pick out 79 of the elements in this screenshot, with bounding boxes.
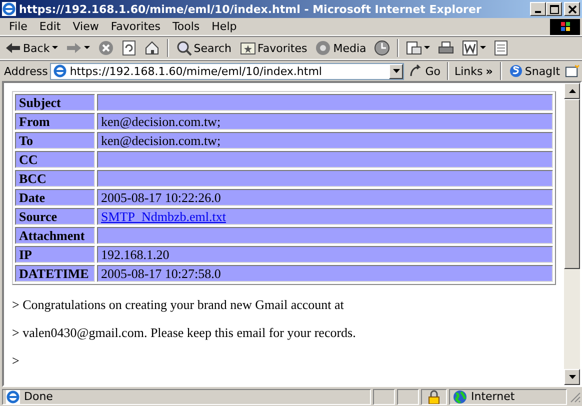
s-logo-icon xyxy=(508,64,523,78)
up-arrow-icon xyxy=(568,89,576,93)
scroll-down-button[interactable] xyxy=(564,369,580,385)
address-label: Address xyxy=(4,64,48,78)
search-button[interactable]: Search xyxy=(172,38,235,58)
menu-item[interactable]: File xyxy=(4,20,34,33)
close-icon xyxy=(568,4,576,14)
zone-text: Internet xyxy=(471,390,515,403)
field-label: Attachment xyxy=(15,227,95,244)
field-label: To xyxy=(15,132,95,149)
home-icon xyxy=(144,40,160,56)
snagit-button[interactable]: SnagIt xyxy=(506,61,564,81)
down-arrow-icon xyxy=(568,375,576,379)
lock-icon xyxy=(428,390,440,404)
back-button[interactable]: Back xyxy=(2,38,61,58)
globe-icon xyxy=(453,390,467,404)
maximize-button[interactable] xyxy=(546,2,562,16)
printer-icon xyxy=(438,40,454,56)
page-icon xyxy=(494,40,508,56)
links-chevron[interactable]: » xyxy=(486,64,493,78)
field-label: IP xyxy=(15,246,95,263)
go-button[interactable]: Go xyxy=(406,61,444,81)
address-field[interactable]: https://192.168.1.60/mime/eml/10/index.html xyxy=(50,62,404,80)
capture-icon[interactable] xyxy=(565,64,580,78)
left-arrow-icon xyxy=(5,41,21,55)
dropdown-button[interactable] xyxy=(389,64,404,78)
links-label[interactable]: Links xyxy=(453,64,484,78)
document-icon xyxy=(462,40,478,56)
field-value: 2005-08-17 10:22:26.0 xyxy=(97,189,553,206)
menu-item[interactable]: View xyxy=(68,20,106,33)
resize-grip-icon[interactable] xyxy=(569,390,581,402)
field-value: ken@decision.com.tw; xyxy=(97,113,553,130)
message-line: > Congratulations on creating your brand new Gmail account at xyxy=(12,297,345,313)
search-icon xyxy=(176,40,192,56)
stop-icon xyxy=(98,40,114,56)
field-label: Date xyxy=(15,189,95,206)
clock-icon xyxy=(374,40,390,56)
disc-icon xyxy=(315,40,332,56)
message-line: > xyxy=(12,353,20,369)
refresh-icon xyxy=(122,40,136,56)
field-label: Subject xyxy=(15,94,95,111)
field-label: CC xyxy=(15,151,95,168)
scroll-up-button[interactable] xyxy=(564,83,580,99)
field-value: 192.168.1.20 xyxy=(97,246,553,263)
caret-icon xyxy=(84,46,90,50)
field-label: Source xyxy=(15,208,95,225)
page-icon xyxy=(52,64,67,78)
field-label: BCC xyxy=(15,170,95,187)
caret-icon xyxy=(480,46,486,50)
status-text: Done xyxy=(24,390,53,403)
caret-icon xyxy=(52,46,58,50)
window-title: https://192.168.1.60/mime/eml/10/index.html - Microsoft Internet Explorer xyxy=(19,2,482,16)
message-line: > valen0430@gmail.com. Please keep this email for your records. xyxy=(12,325,357,341)
menu-item[interactable]: Tools xyxy=(168,20,207,33)
documents-icon xyxy=(406,40,422,56)
status-pane xyxy=(397,388,419,404)
field-value: 2005-08-17 10:27:58.0 xyxy=(97,265,553,282)
menu-item[interactable]: Edit xyxy=(34,20,68,33)
page-icon xyxy=(6,390,20,404)
caret-icon xyxy=(392,69,400,73)
field-label: DATETIME xyxy=(15,265,95,282)
menu-item[interactable]: Help xyxy=(206,20,244,33)
curved-arrow-icon xyxy=(409,64,424,78)
favorites-button[interactable]: Favorites xyxy=(236,38,310,58)
maximize-icon xyxy=(550,4,558,14)
flag-logo-icon xyxy=(550,18,580,34)
status-pane xyxy=(373,388,395,404)
media-button[interactable]: Media xyxy=(312,38,370,58)
close-button[interactable] xyxy=(564,2,580,16)
source-link[interactable]: SMTP_Ndmbzb.eml.txt xyxy=(101,208,226,224)
menu-item[interactable]: Favorites xyxy=(106,20,168,33)
field-label: From xyxy=(15,113,95,130)
right-arrow-icon xyxy=(66,41,82,55)
scrollbar[interactable] xyxy=(564,83,580,385)
minimize-button[interactable] xyxy=(530,2,546,16)
field-value: ken@decision.com.tw; xyxy=(97,132,553,149)
scroll-thumb[interactable] xyxy=(564,99,580,269)
caret-icon xyxy=(424,46,430,50)
browser-logo-icon xyxy=(2,2,16,16)
